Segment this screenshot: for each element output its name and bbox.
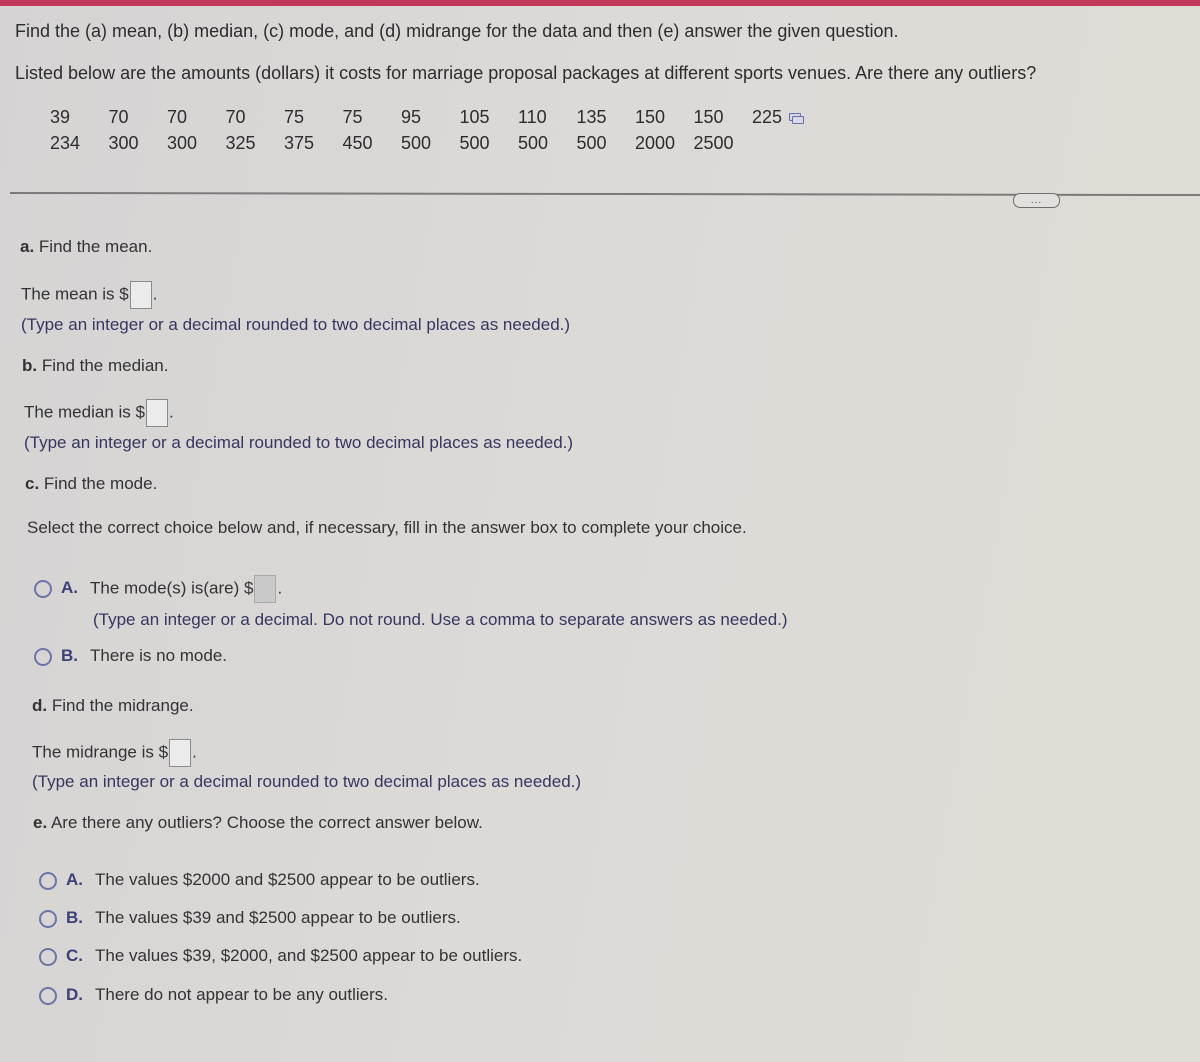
- data-value: 500: [459, 133, 490, 153]
- mode-option-b-radio[interactable]: [34, 647, 52, 666]
- mean-prompt: The mean is $.: [21, 281, 157, 309]
- part-c-heading: c. Find the mode.: [25, 474, 157, 494]
- mean-prompt-period: .: [152, 284, 158, 304]
- part-e-letter: e.: [33, 813, 48, 832]
- problem-statement: Listed below are the amounts (dollars) i…: [15, 63, 1037, 83]
- median-hint: (Type an integer or a decimal rounded to…: [24, 433, 574, 452]
- midrange-prompt: The midrange is $.: [32, 739, 197, 767]
- outlier-option-a-radio[interactable]: [39, 871, 57, 890]
- mean-answer-input[interactable]: [129, 281, 152, 309]
- part-d-letter: d.: [32, 696, 48, 715]
- data-value: 2000: [635, 133, 676, 153]
- mode-hint: (Type an integer or a decimal. Do not ro…: [93, 610, 788, 629]
- part-e-heading: e. Are there any outliers? Choose the co…: [33, 813, 483, 833]
- more-options-button[interactable]: ...: [1013, 193, 1060, 208]
- mode-option-a-letter: A.: [61, 578, 78, 598]
- data-value: 500: [576, 133, 607, 153]
- data-value: 75: [342, 107, 363, 127]
- midrange-prompt-text: The midrange is $: [32, 742, 169, 762]
- mode-option-a[interactable]: A. The mode(s) is(are) $.: [34, 575, 282, 603]
- data-value: 2500: [693, 133, 734, 153]
- part-e-title: Are there any outliers? Choose the corre…: [47, 813, 483, 832]
- mode-option-b-letter: B.: [61, 646, 78, 665]
- data-row-1: 39 70 70 70 75 75 95 105 110 135 150 150 225: [50, 107, 804, 133]
- outlier-option-d-text: There do not appear to be any outliers.: [95, 985, 388, 1004]
- median-prompt-text: The median is $: [24, 402, 145, 422]
- mode-answer-input[interactable]: [254, 575, 277, 603]
- copy-data-icon[interactable]: [788, 113, 804, 124]
- data-value: 300: [167, 133, 198, 153]
- median-prompt-period: .: [168, 402, 174, 422]
- data-value: 110: [518, 107, 547, 127]
- part-c-title: Find the mode.: [39, 474, 158, 493]
- outlier-option-d-letter: D.: [66, 985, 83, 1004]
- part-b-heading: b. Find the median.: [22, 356, 168, 376]
- outlier-option-c-text: The values $39, $2000, and $2500 appear …: [95, 946, 523, 965]
- mode-option-a-radio[interactable]: [34, 580, 52, 598]
- data-value: 234: [50, 133, 81, 153]
- data-value: 375: [284, 133, 315, 153]
- data-value: 450: [342, 133, 373, 153]
- mode-option-b-text: There is no mode.: [90, 646, 228, 665]
- part-d-title: Find the midrange.: [47, 696, 194, 715]
- outlier-option-c-radio[interactable]: [39, 947, 57, 966]
- outlier-option-a-text: The values $2000 and $2500 appear to be …: [95, 870, 480, 889]
- outlier-option-b-text: The values $39 and $2500 appear to be ou…: [95, 908, 461, 927]
- part-d-heading: d. Find the midrange.: [32, 696, 194, 716]
- median-prompt: The median is $.: [24, 399, 174, 427]
- midrange-answer-input[interactable]: [169, 739, 192, 767]
- mode-option-a-period: .: [277, 578, 283, 598]
- data-value: 300: [108, 133, 139, 153]
- data-value: 39: [50, 107, 71, 127]
- outlier-option-a[interactable]: A. The values $2000 and $2500 appear to b…: [39, 870, 480, 890]
- ellipsis-icon: ...: [1030, 194, 1043, 206]
- data-value: 95: [401, 107, 422, 127]
- data-value: 150: [693, 107, 724, 127]
- data-value: 500: [518, 133, 549, 153]
- data-value: 135: [576, 107, 607, 127]
- mode-option-a-text: The mode(s) is(are) $: [90, 578, 254, 598]
- outlier-option-b-letter: B.: [66, 908, 83, 927]
- outlier-option-c[interactable]: C. The values $39, $2000, and $2500 appea…: [39, 946, 522, 966]
- data-value: 500: [401, 133, 432, 153]
- outlier-option-b-radio[interactable]: [39, 909, 57, 928]
- top-accent-bar: [0, 0, 1200, 6]
- mean-hint: (Type an integer or a decimal rounded to…: [21, 315, 571, 334]
- median-answer-input[interactable]: [145, 399, 168, 427]
- part-b-letter: b.: [22, 356, 38, 375]
- data-row-2: 234 300 300 325 375 450 500 500 500 500 2000 2500: [50, 133, 803, 159]
- part-a-letter: a.: [20, 237, 35, 256]
- part-a-title: Find the mean.: [34, 237, 153, 256]
- data-value: 70: [108, 107, 129, 127]
- part-b-title: Find the median.: [37, 356, 169, 375]
- data-value: 70: [225, 107, 246, 127]
- data-table: 39 70 70 70 75 75 95 105 110 135 150 150 225 234 300 3…: [50, 107, 804, 159]
- outlier-option-b[interactable]: B. The values $39 and $2500 appear to be …: [39, 908, 461, 928]
- data-value: 325: [225, 133, 256, 153]
- instructions-text: Find the (a) mean, (b) median, (c) mode,…: [15, 21, 899, 41]
- outlier-option-d-radio[interactable]: [39, 986, 57, 1005]
- mode-option-b[interactable]: B. There is no mode.: [34, 646, 227, 666]
- data-value: 75: [284, 107, 305, 127]
- outlier-option-a-letter: A.: [66, 870, 83, 889]
- midrange-prompt-period: .: [192, 742, 197, 762]
- part-c-letter: c.: [25, 474, 40, 493]
- outlier-option-d[interactable]: D. There do not appear to be any outliers…: [39, 985, 388, 1005]
- outlier-option-c-letter: C.: [66, 946, 83, 965]
- data-value: 70: [167, 107, 188, 127]
- midrange-hint: (Type an integer or a decimal rounded to…: [32, 772, 582, 791]
- part-a-heading: a. Find the mean.: [20, 237, 152, 257]
- data-value: 150: [635, 107, 666, 127]
- mode-instruction: Select the correct choice below and, if …: [27, 518, 747, 537]
- data-value: 105: [459, 107, 490, 127]
- mean-prompt-text: The mean is $: [21, 284, 129, 304]
